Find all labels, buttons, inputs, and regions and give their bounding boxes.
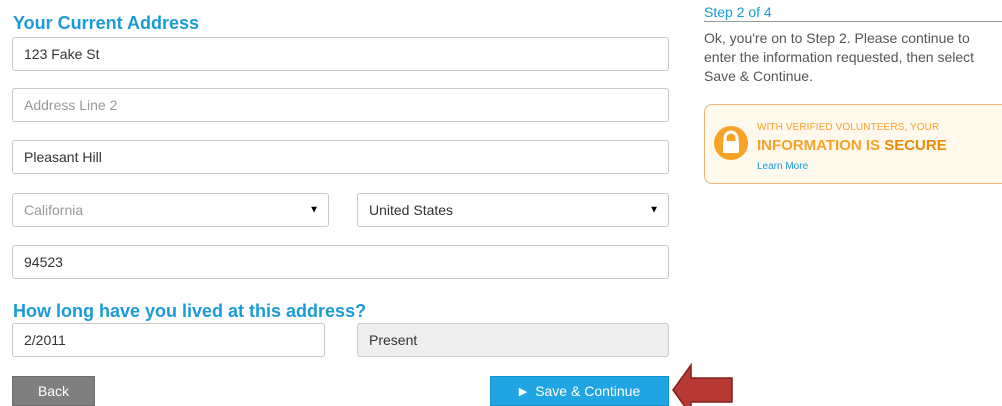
triangle-down-icon: ▼ [309,204,319,216]
security-emphasis: SECURE [884,137,947,154]
triangle-down-icon: ▼ [649,204,659,216]
back-button[interactable]: Back [12,376,95,406]
back-button-label: Back [37,383,70,399]
city-input[interactable]: Pleasant Hill [12,140,669,174]
country-select[interactable]: United States ▼ [357,193,669,227]
to-date-value: Present [369,332,418,348]
state-value: California [24,202,84,218]
zip-input[interactable]: 94523 [12,245,669,279]
from-date-value: 2/2011 [24,332,66,348]
save-continue-label: Save & Continue [535,383,641,399]
address-line2-input[interactable]: Address Line 2 [12,88,669,122]
step-instructions: Ok, you're on to Step 2. Please continue… [704,30,975,84]
country-value: United States [369,202,454,218]
to-date-input: Present [357,323,669,357]
step-title: Step 2 of 4 [704,4,772,20]
from-date-input[interactable]: 2/2011 [12,323,325,357]
city-value: Pleasant Hill [24,149,102,165]
security-badge: WITH VERIFIED VOLUNTEERS, YOUR INFORMATI… [704,104,1002,184]
address-line1-input[interactable]: 123 Fake St [12,37,669,71]
step-divider [704,21,1002,22]
play-icon: ▶ [518,385,528,398]
security-line2-prefix: INFORMATION IS [757,137,885,154]
security-line2: INFORMATION IS SECURE [757,137,947,154]
lock-icon [714,126,748,160]
duration-heading: How long have you lived at this address? [13,301,367,321]
save-continue-button[interactable]: ▶ Save & Continue [490,376,669,406]
security-line1: WITH VERIFIED VOLUNTEERS, YOUR [757,122,940,133]
state-select[interactable]: California ▼ [12,193,329,227]
address-heading: Your Current Address [13,13,200,33]
zip-value: 94523 [24,254,63,270]
annotation-arrow-icon [672,362,733,406]
learn-more-link[interactable]: Learn More [757,161,808,172]
address-line2-placeholder: Address Line 2 [24,97,118,113]
address-line1-value: 123 Fake St [24,46,100,62]
